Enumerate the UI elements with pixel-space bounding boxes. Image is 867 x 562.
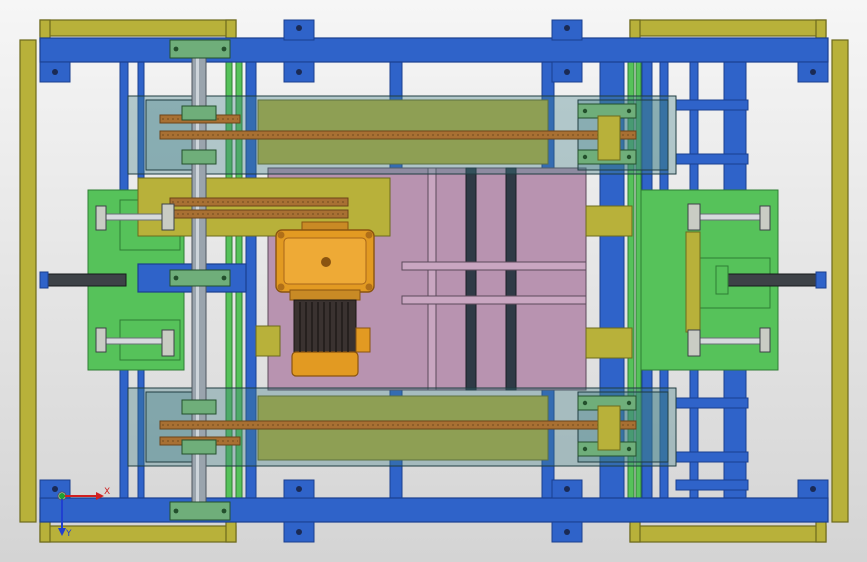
- axis-x-label: X: [104, 487, 110, 497]
- cad-viewport[interactable]: X Y: [0, 0, 867, 562]
- machine-assembly-drawing[interactable]: X Y: [0, 0, 867, 562]
- axis-y-label: Y: [65, 529, 72, 539]
